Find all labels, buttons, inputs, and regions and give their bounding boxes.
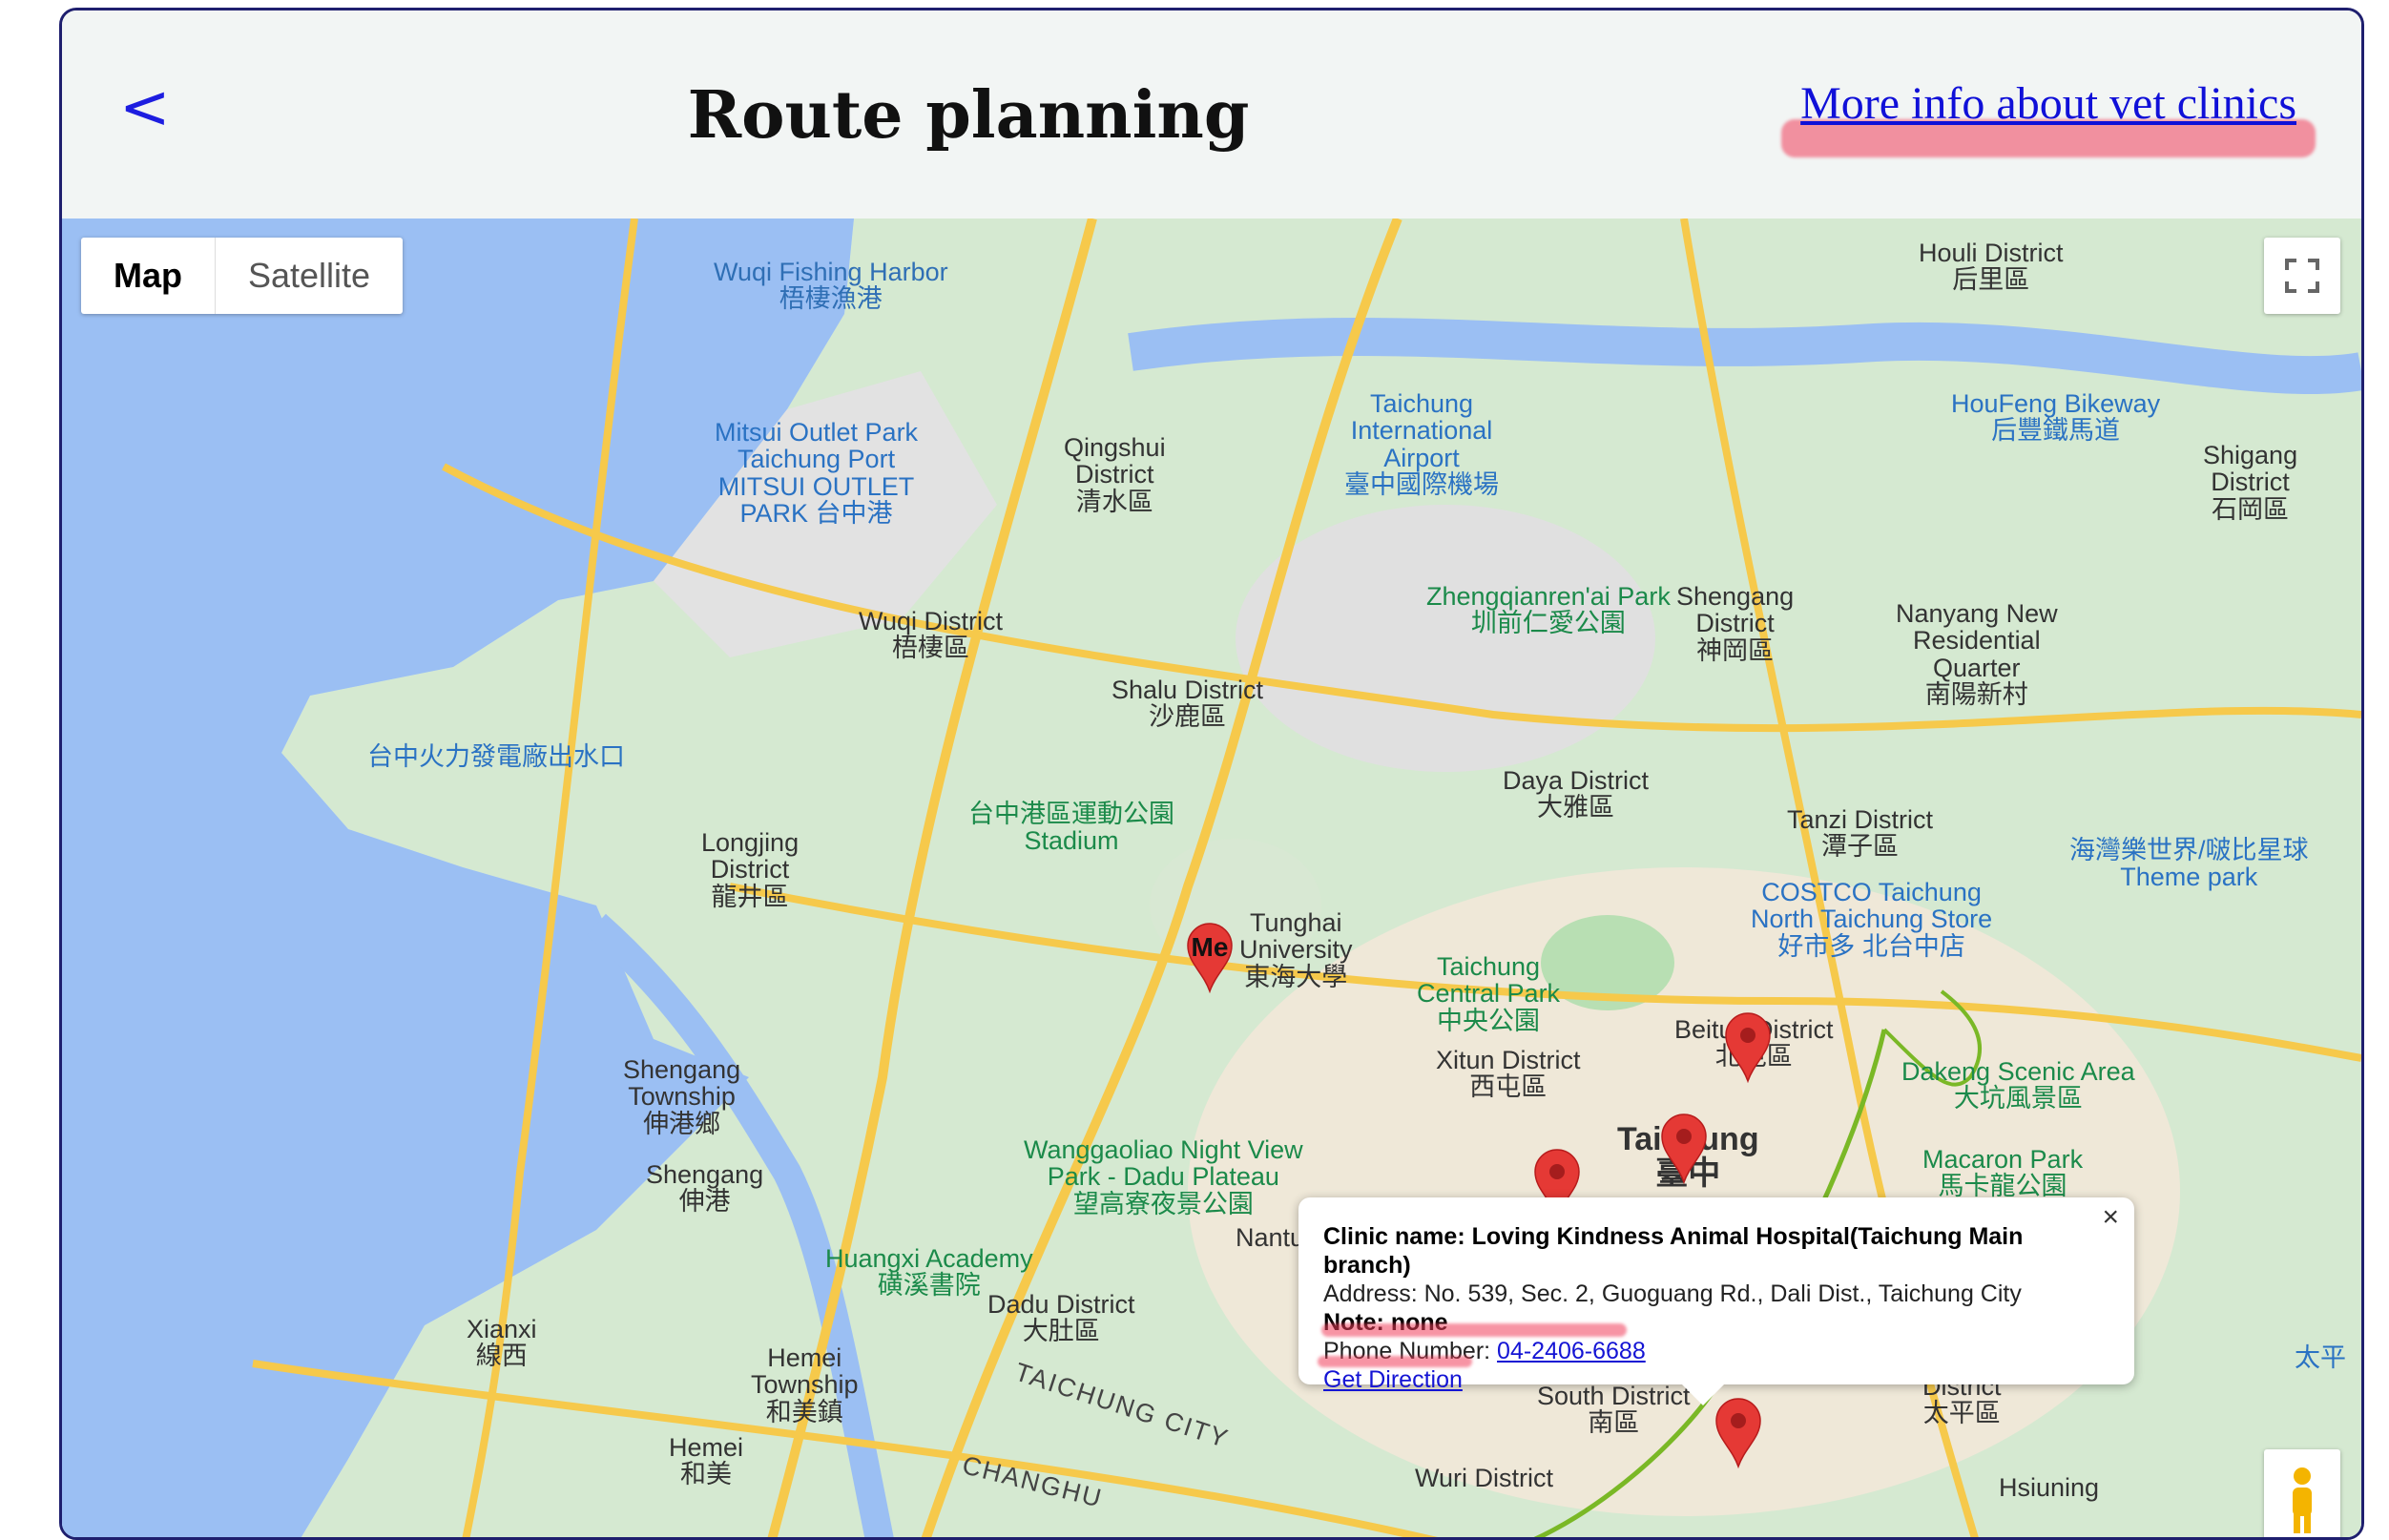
page-header: < Route planning More info about vet cli… <box>62 10 2361 219</box>
map-label: Hemei 和美 <box>669 1433 744 1489</box>
street-view-pegman-icon <box>2293 1467 2312 1533</box>
map-pin-icon <box>1715 1398 1761 1469</box>
clinic-marker[interactable] <box>1660 1113 1708 1185</box>
map-label: Hemei Township 和美鎮 <box>751 1343 859 1426</box>
map-label: Xitun District 西屯區 <box>1436 1046 1581 1102</box>
map-label: Shalu District 沙鹿區 <box>1111 676 1264 732</box>
map-label: Nanyang New Residential Quarter 南陽新村 <box>1896 599 2058 710</box>
map-label: Daya District 大雅區 <box>1503 766 1650 822</box>
map-label: 海灣樂世界/啵比星球 Theme park <box>2069 836 2309 892</box>
clinic-address: Address: No. 539, Sec. 2, Guoguang Rd., … <box>1323 1280 2022 1307</box>
street-view-button[interactable] <box>2264 1449 2340 1537</box>
clinic-marker[interactable] <box>1724 1012 1772 1084</box>
highlight-mark <box>1318 1356 1472 1367</box>
map-label: Wuqi District 梧棲區 <box>859 607 1004 663</box>
map-type-satellite-button[interactable]: Satellite <box>216 238 403 314</box>
map-label: Nantu <box>1236 1223 1305 1252</box>
more-info-link[interactable]: More info about vet clinics <box>1800 77 2296 130</box>
map-type-control: Map Satellite <box>81 238 404 314</box>
map-label: Wuri District <box>1415 1464 1553 1492</box>
clinic-name: Clinic name: Loving Kindness Animal Hosp… <box>1323 1223 2024 1279</box>
clinic-info-window: × Clinic name: Loving Kindness Animal Ho… <box>1298 1197 2134 1405</box>
map-label: Shigang District 石岡區 <box>2203 441 2298 524</box>
map-label: Dakeng Scenic Area 大坑風景區 <box>1901 1057 2135 1113</box>
map-label: HouFeng Bikeway 后豐鐵馬道 <box>1951 389 2161 446</box>
map-label: Shengang District 神岡區 <box>1676 582 1795 665</box>
highlight-mark <box>1321 1323 1627 1337</box>
map-label: Shengang 伸港 <box>646 1160 764 1217</box>
map-pin-icon <box>1725 1012 1771 1084</box>
map-pin-icon <box>1661 1113 1707 1185</box>
get-direction-link[interactable]: Get Direction <box>1323 1366 1463 1393</box>
phone-link[interactable]: 04-2406-6688 <box>1497 1338 1646 1364</box>
map-label: Wuqi Fishing Harbor 梧棲漁港 <box>714 258 948 314</box>
fullscreen-button[interactable] <box>2264 238 2340 314</box>
map-label: Taichung International Airport 臺中國際機場 <box>1344 389 1499 500</box>
map-label: Shengang Township 伸港鄉 <box>623 1055 741 1138</box>
map-label: 台中港區運動公園 Stadium <box>968 800 1174 856</box>
fullscreen-icon <box>2285 259 2319 293</box>
clinic-marker-selected[interactable] <box>1714 1398 1762 1469</box>
my-location-marker[interactable]: Me <box>1186 923 1234 994</box>
page-title: Route planning <box>687 77 1250 154</box>
airport-area <box>1236 505 1655 772</box>
map-label: Houli District 后里區 <box>1919 239 2064 295</box>
map-label: Dadu District 大肚區 <box>987 1290 1135 1346</box>
marker-label: Me <box>1191 932 1229 962</box>
map-label: Qingshui District 清水區 <box>1064 433 1166 516</box>
map-label: Macaron Park 馬卡龍公園 <box>1922 1145 2084 1201</box>
map-label: Wanggaoliao Night View Park - Dadu Plate… <box>1024 1135 1303 1218</box>
app-frame: < Route planning More info about vet cli… <box>59 8 2364 1540</box>
map-type-map-button[interactable]: Map <box>81 238 216 314</box>
map-label: 太平 <box>2295 1343 2346 1372</box>
map-label: Zhengqianren'ai Park 圳前仁愛公園 <box>1426 582 1671 638</box>
map-label: Taichung Central Park 中央公園 <box>1417 952 1561 1035</box>
map-label: Longjing District 龍井區 <box>701 828 800 911</box>
close-icon[interactable]: × <box>2102 1203 2119 1232</box>
map-label: Hsiuning <box>1999 1473 2100 1502</box>
map-label: Mitsui Outlet Park Taichung Port MITSUI … <box>715 418 919 529</box>
map-view[interactable]: Wuqi Fishing Harbor 梧棲漁港 Mitsui Outlet P… <box>62 219 2361 1537</box>
map-label: COSTCO Taichung North Taichung Store 好市多… <box>1751 878 1993 961</box>
map-label: Tunghai University 東海大學 <box>1239 908 1353 991</box>
map-label: Xianxi 線西 <box>467 1315 537 1371</box>
map-label: 台中火力發電廠出水口 <box>367 742 625 771</box>
map-label: Tanzi District 潭子區 <box>1787 805 1934 862</box>
